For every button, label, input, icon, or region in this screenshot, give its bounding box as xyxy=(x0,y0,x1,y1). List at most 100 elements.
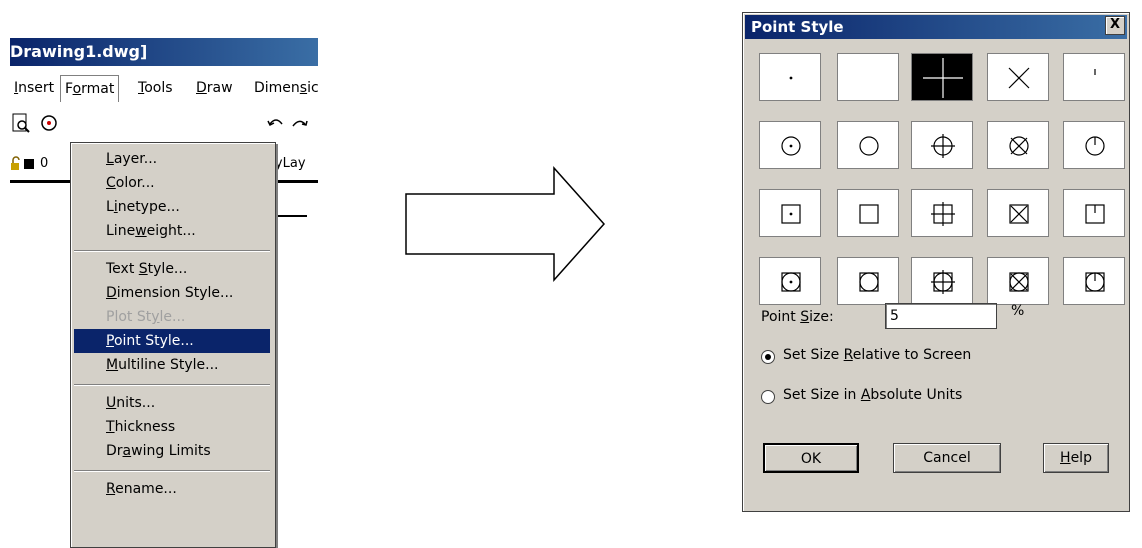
menu-item-mnemonic: w xyxy=(135,223,147,239)
publish-icon[interactable] xyxy=(38,112,60,134)
point-size-label: Point Size: xyxy=(761,309,834,325)
menu-item-color[interactable]: Color... xyxy=(74,171,270,195)
standard-toolbar xyxy=(10,108,318,138)
radio-absolute-label[interactable]: Set Size in Absolute Units xyxy=(783,387,962,403)
point-style-x[interactable] xyxy=(987,53,1049,101)
menu-item-label: Line xyxy=(106,223,136,239)
menu-tools[interactable]: Tools xyxy=(134,74,177,102)
undo-icon[interactable] xyxy=(266,112,286,134)
point-style-tick[interactable] xyxy=(1063,53,1125,101)
point-style-square-tick[interactable] xyxy=(1063,189,1125,237)
point-style-square-x[interactable] xyxy=(987,189,1049,237)
label-text: bsolute Units xyxy=(870,387,963,403)
sqcirc-symbol-icon xyxy=(859,272,879,292)
point-style-sqcirc-plus[interactable] xyxy=(911,257,973,305)
menu-item-drawing-limits[interactable]: Drawing Limits xyxy=(74,439,270,463)
menu-item-mnemonic: C xyxy=(106,175,116,191)
point-style-sqcirc-dot[interactable] xyxy=(759,257,821,305)
dot-symbol-icon xyxy=(789,76,793,80)
menu-item-linetype[interactable]: Linetype... xyxy=(74,195,270,219)
menu-mnemonic: o xyxy=(72,81,82,97)
square-x-symbol-icon xyxy=(1009,204,1029,224)
label-mnemonic: A xyxy=(860,387,871,403)
menu-item-label: nits... xyxy=(116,395,156,411)
menu-item-label: ayer... xyxy=(113,151,158,167)
help-button[interactable]: Help xyxy=(1043,443,1109,473)
redo-icon[interactable] xyxy=(290,112,310,134)
menu-item-label: eight... xyxy=(146,223,196,239)
point-style-none[interactable] xyxy=(837,53,899,101)
menu-item-mnemonic: T xyxy=(106,419,115,435)
point-style-square-plus[interactable] xyxy=(911,189,973,237)
menu-item-label: hickness xyxy=(114,419,176,435)
menu-item-rename[interactable]: Rename... xyxy=(74,477,270,501)
point-style-square[interactable] xyxy=(837,189,899,237)
menu-item-lineweight[interactable]: Lineweight... xyxy=(74,219,270,243)
autocad-window: Drawing1.dwg] Insert Format Tools Draw D… xyxy=(10,38,319,548)
radio-absolute-units[interactable] xyxy=(761,390,775,404)
menu-item-dimension-style[interactable]: Dimension Style... xyxy=(74,281,270,305)
menu-item-label: L xyxy=(106,199,114,215)
point-style-square-dot[interactable] xyxy=(759,189,821,237)
menu-item-label: Dr xyxy=(106,443,123,459)
menu-label: Dimen xyxy=(254,80,300,96)
radio-relative-to-screen[interactable] xyxy=(761,350,775,364)
menu-item-label: oint Style... xyxy=(113,333,194,349)
menu-label: F xyxy=(65,81,73,97)
menu-item-layer[interactable]: Layer... xyxy=(74,147,270,171)
close-button[interactable]: X xyxy=(1105,16,1125,35)
menu-item-label: netype... xyxy=(117,199,180,215)
cancel-button[interactable]: Cancel xyxy=(893,443,1001,473)
circle-plus-symbol-icon xyxy=(931,134,955,158)
point-style-circle[interactable] xyxy=(837,121,899,169)
window-title: Drawing1.dwg] xyxy=(10,38,318,66)
point-style-circle-x[interactable] xyxy=(987,121,1049,169)
point-style-plus[interactable] xyxy=(911,53,973,101)
menu-item-label: Plot St xyxy=(106,309,152,325)
menu-format[interactable]: Format xyxy=(60,75,120,102)
label-mnemonic: S xyxy=(800,309,810,325)
menu-item-point-style[interactable]: Point Style... xyxy=(74,329,270,353)
label-text: Point xyxy=(761,309,801,325)
layer-color-swatch xyxy=(24,159,34,169)
right-arrow-icon xyxy=(405,166,606,282)
label-text: ize: xyxy=(809,309,834,325)
point-style-sqcirc-tick[interactable] xyxy=(1063,257,1125,305)
point-style-dialog: Point Style X Point Size: 5 % Set Size R… xyxy=(742,12,1130,512)
menu-dimension[interactable]: Dimensic xyxy=(250,74,323,102)
menu-separator xyxy=(74,250,270,252)
sqcirc-tick-symbol-icon xyxy=(1085,272,1105,292)
menu-item-label: imension Style... xyxy=(116,285,234,301)
menu-item-mnemonic: P xyxy=(106,333,114,349)
label-text: Set Size xyxy=(783,347,844,363)
point-size-input[interactable]: 5 xyxy=(885,303,997,329)
menu-item-mnemonic: M xyxy=(106,357,119,373)
none-symbol-icon xyxy=(838,54,900,102)
x-symbol-icon xyxy=(1008,67,1030,89)
point-style-circle-plus[interactable] xyxy=(911,121,973,169)
menu-draw[interactable]: Draw xyxy=(192,74,237,102)
menu-item-label: Text xyxy=(106,261,139,277)
menu-item-mnemonic: a xyxy=(122,443,132,459)
radio-relative-label[interactable]: Set Size Relative to Screen xyxy=(783,347,971,363)
circle-symbol-icon xyxy=(859,136,879,156)
point-style-circle-dot[interactable] xyxy=(759,121,821,169)
lock-icon[interactable] xyxy=(10,156,22,172)
menu-item-units[interactable]: Units... xyxy=(74,391,270,415)
point-style-sqcirc-x[interactable] xyxy=(987,257,1049,305)
point-style-circle-tick[interactable] xyxy=(1063,121,1125,169)
ok-button[interactable]: OK xyxy=(763,443,859,473)
menu-item-thickness[interactable]: Thickness xyxy=(74,415,270,439)
square-tick-symbol-icon xyxy=(1085,204,1105,224)
dialog-title: Point Style xyxy=(745,15,1127,39)
menu-item-multiline-style[interactable]: Multiline Style... xyxy=(74,353,270,377)
print-preview-icon[interactable] xyxy=(10,112,32,134)
point-style-sqcirc[interactable] xyxy=(837,257,899,305)
tick-symbol-icon xyxy=(1094,69,1096,75)
format-dropdown-menu: Layer... Color... Linetype... Lineweight… xyxy=(70,142,276,548)
menu-insert[interactable]: Insert xyxy=(10,74,58,102)
menu-item-label: tyle... xyxy=(147,261,188,277)
current-layer-name[interactable]: 0 xyxy=(40,156,48,171)
point-style-dot[interactable] xyxy=(759,53,821,101)
menu-item-text-style[interactable]: Text Style... xyxy=(74,257,270,281)
